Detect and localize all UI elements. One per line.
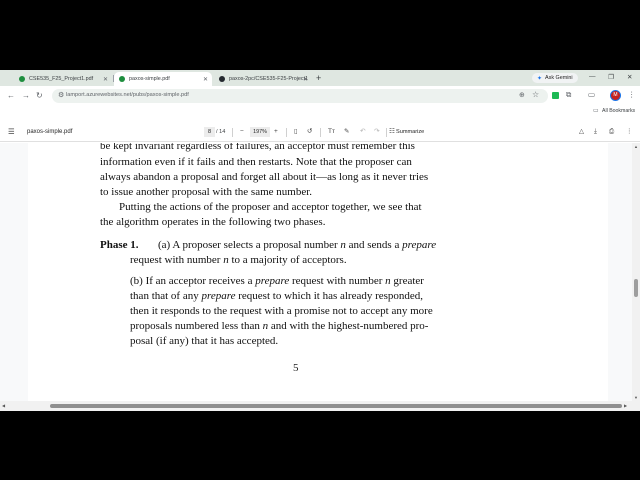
scroll-left-icon[interactable]: ◀	[2, 403, 5, 408]
scroll-down-icon[interactable]: ▼	[634, 395, 638, 400]
vertical-scroll-thumb[interactable]	[634, 279, 638, 297]
close-window-icon[interactable]: ✕	[627, 73, 632, 81]
gemini-sparkle-icon: ✦	[537, 75, 543, 82]
pdf-file-title: paxos-simple.pdf	[27, 129, 73, 135]
undo-icon[interactable]: ↶	[360, 128, 365, 136]
add-to-drive-icon[interactable]: △	[579, 128, 584, 136]
tab-label: paxos-simple.pdf	[129, 76, 170, 82]
text-line: posal (if any) that it has accepted.	[130, 335, 279, 347]
toolbar-divider	[232, 128, 233, 137]
letterbox-bottom	[0, 411, 640, 480]
text-line: proposals numbered less than n and with …	[130, 320, 429, 332]
bookmarks-bar: ▭ All Bookmarks	[0, 106, 640, 117]
close-tab-icon[interactable]: ✕	[303, 76, 308, 83]
scroll-right-icon[interactable]: ▶	[624, 403, 627, 408]
page-footer-number: 5	[293, 362, 299, 374]
pdf-menu-icon[interactable]: ☰	[8, 128, 15, 136]
text-line: request with number n to a majority of a…	[130, 254, 347, 266]
text-line: Putting the actions of the proposer and …	[119, 201, 422, 213]
toolbar-divider	[320, 128, 321, 137]
tab-label: CSE535_F25_Project1.pdf	[29, 76, 94, 82]
all-bookmarks-link[interactable]: All Bookmarks	[602, 108, 635, 114]
rotate-icon[interactable]: ↺	[307, 128, 312, 136]
draw-icon[interactable]: ✎	[344, 128, 349, 136]
tab-paxos-simple-pdf[interactable]: paxos-simple.pdf ✕	[114, 72, 212, 86]
toolbar-divider	[286, 128, 287, 137]
pdf-page: be kept invariant regardless of failures…	[28, 143, 608, 401]
text-line: to issue another proposal with the same …	[100, 186, 313, 198]
summarize-sparkle-icon: ☷	[389, 128, 395, 135]
side-panel-icon[interactable]: ▭	[588, 90, 595, 100]
text-line: (b) If an acceptor receives a prepare re…	[130, 275, 424, 287]
pdf-canvas: be kept invariant regardless of failures…	[0, 143, 640, 401]
download-icon[interactable]: ⤓	[594, 128, 597, 136]
tab-label: paxos-2pc/CSE535-F25-Project1	[229, 76, 309, 82]
text-line: then it responds to the request with a p…	[130, 305, 433, 317]
reload-icon[interactable]: ↻	[36, 91, 43, 101]
tab-project1-pdf[interactable]: CSE535_F25_Project1.pdf ✕	[14, 72, 112, 86]
fit-page-icon[interactable]: ▯	[294, 128, 298, 136]
text-line: information even if it fails and then re…	[100, 156, 412, 168]
text-annotation-icon[interactable]: Tт	[328, 128, 335, 136]
tab-strip: CSE535_F25_Project1.pdf ✕ paxos-simple.p…	[0, 70, 640, 86]
toolbar-divider	[386, 128, 387, 137]
text-line: always abandon a proposal and forget all…	[100, 171, 429, 183]
extension-icon[interactable]	[552, 92, 559, 99]
zoom-level-input[interactable]: 197%	[250, 127, 270, 137]
text-line: (a) A proposer selects a proposal number…	[158, 239, 437, 251]
pdf-toolbar: ☰ paxos-simple.pdf 8 / 14 − 197% + ▯ ↺ T…	[0, 123, 640, 142]
restore-window-icon[interactable]: ❐	[608, 73, 614, 81]
page-total: / 14	[216, 129, 226, 135]
profile-avatar[interactable]: M	[610, 90, 621, 101]
horizontal-scroll-thumb[interactable]	[50, 404, 622, 408]
bookmark-star-icon[interactable]: ☆	[532, 90, 539, 99]
zoom-in-icon[interactable]: +	[274, 128, 278, 136]
zoom-out-icon[interactable]: −	[240, 128, 244, 136]
site-info-icon[interactable]: ⚙	[58, 91, 64, 99]
browser-toolbar: ← → ↻ ⚙ lamport.azurewebsites.net/pubs/p…	[0, 86, 640, 106]
text-line: than that of any prepare request to whic…	[130, 290, 424, 302]
github-favicon-icon	[219, 76, 225, 82]
print-icon[interactable]: ⎙	[609, 128, 614, 136]
phase-heading: Phase 1.	[100, 239, 139, 251]
forward-arrow-icon[interactable]: →	[22, 91, 30, 101]
page-number-input[interactable]: 8	[204, 127, 215, 137]
minimize-window-icon[interactable]: —	[589, 73, 596, 80]
zoom-indicator-icon[interactable]: ⊕	[519, 91, 525, 99]
folder-icon: ▭	[593, 108, 599, 114]
pdf-favicon-icon	[119, 76, 125, 82]
horizontal-scrollbar[interactable]: ◀ ▶	[0, 401, 640, 411]
redo-icon[interactable]: ↷	[374, 128, 379, 136]
letterbox-top	[0, 0, 640, 70]
url-text[interactable]: lamport.azurewebsites.net/pubs/paxos-sim…	[66, 92, 189, 98]
new-tab-button[interactable]: +	[316, 73, 321, 83]
chrome-menu-icon[interactable]: ⋮	[628, 90, 636, 100]
back-arrow-icon[interactable]: ←	[7, 91, 15, 101]
ask-gemini-button[interactable]: ✦ Ask Gemini	[532, 73, 578, 83]
close-tab-icon[interactable]: ✕	[103, 76, 108, 83]
address-bar[interactable]: ⚙ lamport.azurewebsites.net/pubs/paxos-s…	[52, 89, 548, 103]
tab-github-repo[interactable]: paxos-2pc/CSE535-F25-Project1 ✕	[214, 72, 312, 86]
pdf-favicon-icon	[19, 76, 25, 82]
summarize-button[interactable]: Summarize	[396, 129, 424, 135]
close-tab-icon[interactable]: ✕	[203, 76, 208, 83]
vertical-scrollbar[interactable]: ▲ ▼	[632, 143, 640, 401]
browser-window: CSE535_F25_Project1.pdf ✕ paxos-simple.p…	[0, 70, 640, 411]
ask-gemini-label: Ask Gemini	[545, 75, 573, 81]
more-actions-icon[interactable]: ⋮	[626, 128, 633, 136]
text-line: the algorithm operates in the following …	[100, 216, 326, 228]
text-line: be kept invariant regardless of failures…	[100, 143, 415, 152]
extensions-puzzle-icon[interactable]: ⧉	[566, 90, 571, 100]
scroll-up-icon[interactable]: ▲	[634, 144, 638, 149]
